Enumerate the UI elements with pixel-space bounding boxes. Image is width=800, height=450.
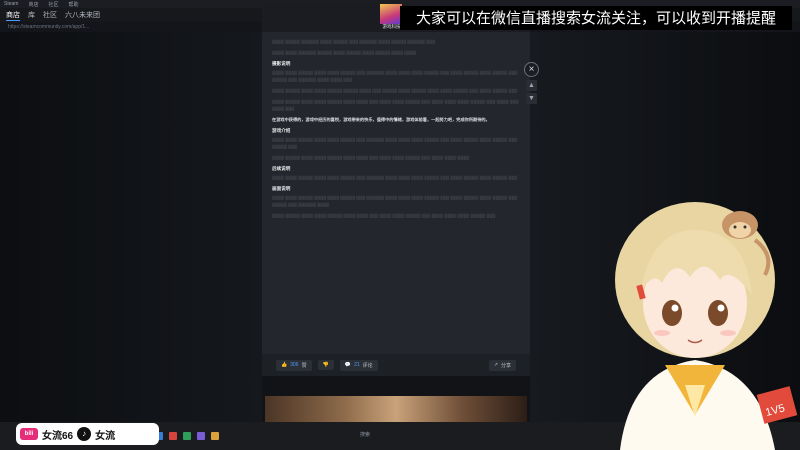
app-icon[interactable] (169, 432, 177, 440)
bilibili-name: 女流66 (42, 430, 74, 442)
comment-icon: 💬 (344, 362, 352, 368)
close-button[interactable]: × (524, 62, 539, 77)
menu-item[interactable]: 商店 (28, 1, 38, 8)
tiktok-name: 女流 (95, 430, 116, 442)
thumbs-down-icon: 👎 (322, 362, 329, 368)
bilibili-icon: bili (20, 428, 38, 440)
screen: Steam 商店 社区 帮助 商店 库 社区 六八未来团 https://ste… (0, 0, 800, 450)
nav-store[interactable]: 商店 (6, 10, 20, 21)
cover-logo-icon (380, 4, 402, 24)
like-count: 306 (290, 362, 299, 368)
section-heading: 游戏介绍 (272, 128, 291, 133)
article-modal: ░░░░ ░░░░░ ░░░░░░ ░░░░ ░░░░░ ░░░ ░░░░░░ … (262, 32, 530, 376)
share-label: 分享 (500, 362, 511, 369)
section-heading: 摄影说明 (272, 61, 291, 66)
article-body: ░░░░ ░░░░░ ░░░░░░ ░░░░ ░░░░░ ░░░ ░░░░░░ … (272, 39, 519, 218)
taskbar-icons (155, 432, 219, 440)
dislike-button[interactable]: 👎 (317, 360, 334, 370)
vtuber-avatar: 1V5 (615, 202, 798, 450)
app-icon[interactable] (197, 432, 205, 440)
scroll-down-button[interactable]: ▼ (526, 93, 537, 104)
article-footer: 👍 306 赞 👎 💬 21 评论 ↗ 分享 (262, 354, 530, 376)
comment-button[interactable]: 💬 21 评论 (339, 359, 378, 371)
menu-item[interactable]: Steam (4, 1, 18, 7)
comment-label: 评论 (362, 362, 373, 369)
nav-library[interactable]: 库 (28, 10, 35, 20)
app-icon[interactable] (211, 432, 219, 440)
social-handles: bili 女流66 ♪ 女流 (16, 423, 159, 445)
thumbs-up-icon: 👍 (281, 362, 288, 368)
share-button[interactable]: ↗ 分享 (488, 359, 516, 371)
comment-count: 21 (354, 362, 360, 368)
like-button[interactable]: 👍 306 赞 (276, 359, 312, 371)
background-left (0, 32, 262, 422)
url-text: https://steamcommunity.com/app/1... (8, 24, 90, 30)
menu-item[interactable]: 帮助 (68, 1, 78, 8)
section-heading: 后续说明 (272, 166, 291, 171)
stream-banner: 大家可以在微信直播搜索女流关注，可以收到开播提醒 (400, 6, 792, 30)
taskbar-search[interactable]: 搜索 (360, 431, 370, 438)
nav-community[interactable]: 社区 (43, 10, 57, 20)
nav-profile[interactable]: 六八未来团 (65, 10, 100, 20)
section-heading: 画面说明 (272, 186, 291, 191)
app-icon[interactable] (183, 432, 191, 440)
like-label: 赞 (301, 362, 307, 369)
highlight-text: 在游戏中获得的，游戏中经历的喜悦，游戏带来的快乐，值得中的情绪，游戏体验着，一起… (272, 117, 490, 122)
menu-item[interactable]: 社区 (48, 1, 58, 8)
scroll-up-button[interactable]: ▲ (526, 80, 537, 91)
tiktok-icon: ♪ (77, 427, 92, 441)
share-icon: ↗ (493, 362, 498, 368)
